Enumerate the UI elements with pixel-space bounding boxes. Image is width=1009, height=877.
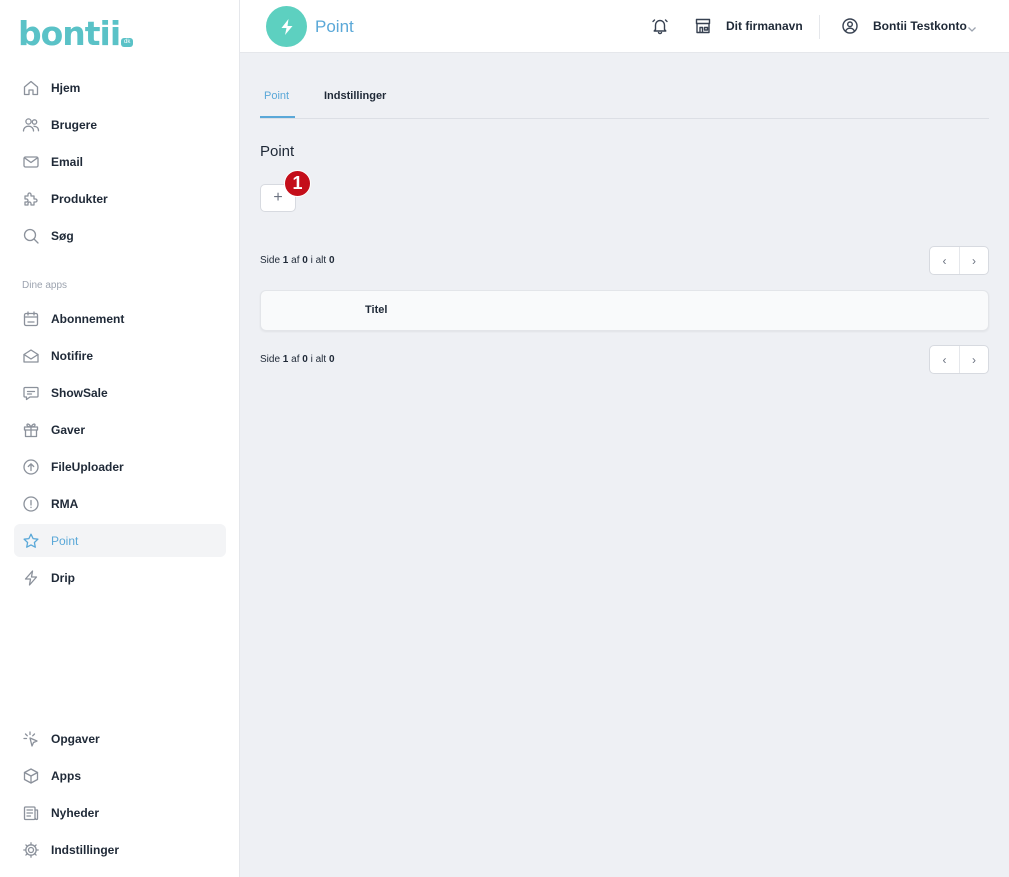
gear-icon [22,841,40,859]
sidebar-item-nyheder[interactable]: Nyheder [14,796,226,829]
sidebar-item-label: FileUploader [51,459,124,474]
app-badge [266,6,307,47]
sidebar-item-notifire[interactable]: Notifire [14,339,226,372]
tab-point[interactable]: Point [264,90,289,102]
tab-indstillinger[interactable]: Indstillinger [324,90,386,102]
sidebar-item-point[interactable]: Point [14,524,226,557]
envelope-open-icon [22,347,40,365]
sidebar-item-hjem[interactable]: Hjem [14,71,226,104]
pager-prefix: Side [260,354,281,365]
app-title: Point [315,17,354,36]
column-header-titel[interactable]: Titel [365,304,387,316]
sidebar: bontii dk Hjem Brugere Email Produkter S… [0,0,240,877]
pager-controls-top: ‹ › [929,246,989,275]
sidebar-item-label: RMA [51,496,79,511]
sidebar-item-label: Opgaver [51,731,100,746]
home-icon [22,79,40,97]
sidebar-item-email[interactable]: Email [14,145,226,178]
table-header: Titel [260,290,989,331]
apps-nav: Abonnement Notifire ShowSale Gaver FileU… [14,302,226,598]
prev-page-button[interactable]: ‹ [930,346,959,373]
page-title: Point [260,143,295,160]
chevron-down-icon[interactable] [967,21,977,32]
sidebar-item-label: Drip [51,570,75,585]
tab-bar: Point Indstillinger [260,82,989,119]
sidebar-item-label: Hjem [51,80,81,95]
sidebar-item-abonnement[interactable]: Abonnement [14,302,226,335]
sidebar-item-produkter[interactable]: Produkter [14,182,226,215]
pager-controls-bottom: ‹ › [929,345,989,374]
step-marker: 1 [284,170,311,197]
upload-icon [22,458,40,476]
sidebar-item-sog[interactable]: Søg [14,219,226,252]
company-name[interactable]: Dit firmanavn [726,19,803,33]
pager-pages: 0 [302,255,308,266]
pager-prefix: Side [260,255,281,266]
next-page-button[interactable]: › [958,346,988,373]
search-icon [22,227,40,245]
sidebar-item-label: Søg [51,228,74,243]
pager-of: af [291,255,300,266]
sidebar-item-apps[interactable]: Apps [14,759,226,792]
cube-icon [22,767,40,785]
prev-page-button[interactable]: ‹ [930,247,959,274]
pager-total: 0 [328,354,335,365]
bell-icon[interactable] [651,17,669,35]
sidebar-item-label: Point [51,533,79,548]
logo-suffix: dk [121,38,134,47]
pager-of: af [291,354,300,365]
sidebar-item-label: Produkter [51,191,108,206]
bolt-icon [281,18,292,35]
next-page-button[interactable]: › [958,247,988,274]
apps-section-label: Dine apps [22,280,68,291]
sidebar-item-label: Apps [51,768,81,783]
sidebar-item-label: Nyheder [51,805,100,820]
sidebar-item-indstillinger[interactable]: Indstillinger [14,833,226,866]
sidebar-item-label: Abonnement [51,311,125,326]
sidebar-item-label: Notifire [51,348,93,363]
mail-icon [22,153,40,171]
star-icon [22,532,40,550]
newspaper-icon [22,804,40,822]
bottom-nav: Opgaver Apps Nyheder Indstillinger [14,722,226,870]
sidebar-item-label: Email [51,154,84,169]
sidebar-item-drip[interactable]: Drip [14,561,226,594]
header-divider [819,15,820,39]
chat-icon [22,384,40,402]
users-icon [22,116,40,134]
logo-text: bontii [18,14,121,53]
user-circle-icon[interactable] [841,17,859,35]
sidebar-item-label: Brugere [51,117,98,132]
calendar-icon [22,310,40,328]
puzzle-icon [22,190,40,208]
user-menu[interactable]: Bontii Testkonto [873,19,967,33]
pager-pages: 0 [302,354,308,365]
pager-total-word: i alt [310,255,327,266]
pager-info-top: Side 1 af 0 i alt 0 [260,255,335,266]
cursor-click-icon [22,730,40,748]
sidebar-item-rma[interactable]: RMA [14,487,226,520]
bolt-icon [22,569,40,587]
pager-total: 0 [328,255,335,266]
active-tab-indicator [260,116,295,118]
pager-page: 1 [282,255,289,266]
sidebar-item-showsale[interactable]: ShowSale [14,376,226,409]
pager-page: 1 [282,354,289,365]
sidebar-item-brugere[interactable]: Brugere [14,108,226,141]
pager-info-bottom: Side 1 af 0 i alt 0 [260,354,335,365]
sidebar-item-opgaver[interactable]: Opgaver [14,722,226,755]
alert-circle-icon [22,495,40,513]
sidebar-item-label: Indstillinger [51,842,120,857]
sidebar-item-gaver[interactable]: Gaver [14,413,226,446]
sidebar-item-fileuploader[interactable]: FileUploader [14,450,226,483]
sidebar-item-label: Gaver [51,422,86,437]
top-header: Point Dit firmanavn Bontii Testkonto [240,0,1009,53]
gift-icon [22,421,40,439]
bontii-logo[interactable]: bontii dk [18,14,134,53]
store-icon[interactable] [694,17,712,35]
pager-total-word: i alt [310,354,327,365]
main-nav: Hjem Brugere Email Produkter Søg [14,71,226,256]
sidebar-item-label: ShowSale [51,385,108,400]
